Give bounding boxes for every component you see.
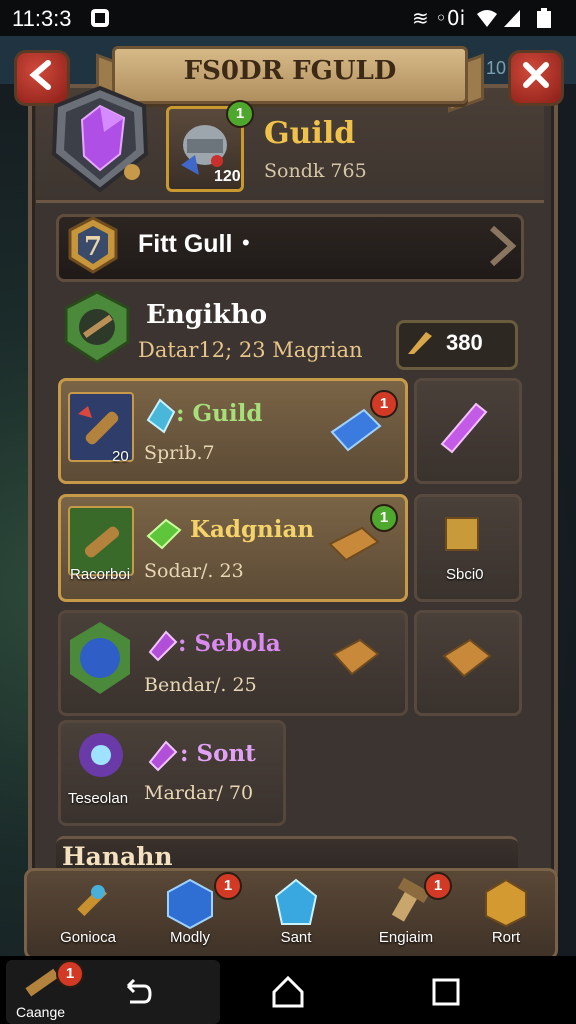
back-icon (126, 978, 152, 1004)
rank-bar[interactable] (56, 214, 524, 282)
crate-icon (330, 634, 382, 685)
row-badge: 1 (370, 504, 398, 532)
row-subtitle: Bendar/. 25 (144, 674, 257, 696)
guild-emblem[interactable] (48, 84, 152, 194)
notification-icon (90, 8, 110, 28)
close-icon (523, 62, 549, 88)
tab-rort[interactable]: Rort (456, 868, 556, 954)
purple-crystal-icon (144, 628, 178, 669)
guild-name: Guild (264, 116, 356, 151)
tab-label: Engiaim (378, 929, 434, 946)
row-name: : Guild (176, 400, 263, 427)
feather-icon (404, 326, 436, 363)
row-thumb-label: Teseolan (68, 790, 129, 807)
crate-side-icon (440, 632, 494, 687)
blue-cube-icon (167, 878, 213, 930)
panel-title: FS0DR FGULD (183, 56, 397, 86)
tab-badge: 1 (214, 872, 242, 900)
crystal-shield-icon (51, 85, 149, 193)
tab-label: Modly (169, 929, 210, 946)
tab-label: Rort (491, 929, 521, 946)
row-side-label: Sbci0 (446, 566, 484, 583)
row-badge: 1 (370, 390, 398, 418)
tab-sant[interactable]: Sant (246, 868, 346, 954)
battery-icon (536, 8, 556, 28)
close-button[interactable] (508, 50, 564, 106)
nav-back-button[interactable] (116, 972, 156, 1012)
gold-chest-icon (485, 878, 527, 928)
row-thumb-label: Racorboi (70, 566, 131, 583)
chevron-right-icon (486, 224, 517, 277)
rank-label: Fitt Gull (138, 230, 233, 258)
member-subtitle: Datar12; 23 Magrian (138, 338, 363, 362)
ice-crystal-icon (274, 878, 318, 925)
crystal-icon (144, 398, 176, 439)
nav-recents-button[interactable] (426, 972, 466, 1012)
rank-badge-icon: 7 (64, 214, 122, 276)
home-icon (272, 975, 304, 1008)
row-thumb-label: 20 (112, 448, 129, 465)
tab-label: Sant (280, 929, 312, 946)
member-name: Engikho (146, 300, 268, 330)
member-emblem-icon (62, 290, 132, 364)
nav-home-button[interactable] (268, 972, 308, 1012)
magic-orb-icon (74, 728, 128, 787)
row-name: : Sont (180, 740, 256, 767)
row-subtitle: Sprib.7 (144, 442, 215, 464)
row-name: Kadgnian (190, 516, 315, 543)
torch-icon (77, 885, 107, 917)
status-time: 11:3:3 (12, 6, 72, 31)
tab-label: Gonioca (60, 929, 116, 946)
rank-dot: • (242, 230, 250, 255)
section-title: Hanahn (62, 842, 173, 871)
purple-shard-icon (436, 398, 496, 463)
coin-value: 380 (446, 330, 483, 355)
supply-box-icon (440, 512, 490, 561)
row-name: : Sebola (178, 630, 281, 657)
wifi-icon (476, 8, 497, 28)
guild-subtitle: Sondk 765 (264, 160, 367, 182)
app-label: Caange (16, 1004, 66, 1020)
row-subtitle: Sodar/. 23 (144, 560, 244, 582)
row-subtitle: Mardar/ 70 (144, 782, 254, 804)
tab-gonioca[interactable]: Gonioca (38, 868, 138, 954)
tab-badge: 1 (424, 872, 452, 900)
violet-crystal-icon (144, 738, 178, 779)
green-crystal-icon (144, 516, 184, 557)
signal-icon (502, 8, 522, 28)
globe-emblem-icon (66, 618, 134, 703)
square-icon (432, 978, 460, 1006)
rank-number: 7 (84, 232, 102, 262)
app-badge: 1 (56, 960, 84, 988)
item-level: 120 (214, 168, 241, 185)
status-indicators: ≋ ◦0i (412, 6, 466, 30)
item-badge: 1 (226, 100, 254, 128)
